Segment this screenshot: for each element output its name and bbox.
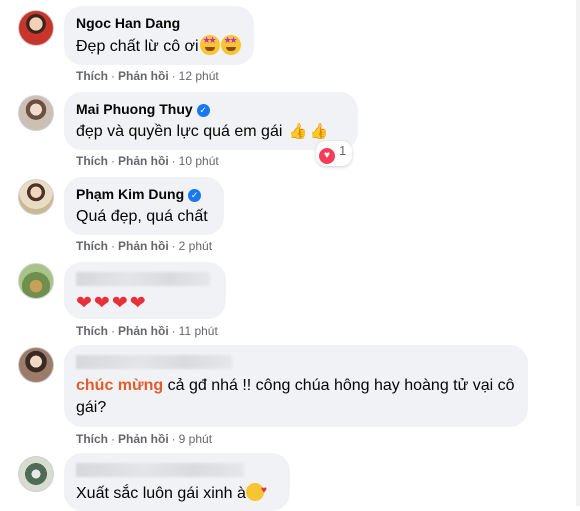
star-struck-emoji-icon — [220, 35, 241, 55]
comment-text: Đẹp chất lừ cô ơi — [76, 35, 242, 58]
timestamp[interactable]: 10 phút — [179, 154, 219, 168]
like-link[interactable]: Thích — [76, 432, 108, 446]
reaction-summary[interactable]: ♥ 1 — [316, 141, 353, 166]
comment-bubble: Mai Phuong Thuy ✓ đẹp và quyền lực quá em… — [64, 92, 358, 150]
smiling-face-with-hearts-emoji-icon — [245, 480, 267, 502]
like-link[interactable]: Thích — [76, 239, 108, 253]
like-link[interactable]: Thích — [76, 324, 108, 338]
verified-badge-icon: ✓ — [196, 104, 210, 117]
comment-actions: Thích · Phản hồi · 9 phút — [76, 432, 213, 446]
reply-link[interactable]: Phản hồi — [118, 239, 169, 253]
comment-bubble: Phạm Kim Dung ✓ Quá đẹp, quá chất — [64, 177, 224, 235]
reply-link[interactable]: Phản hồi — [118, 154, 169, 168]
red-heart-emoji-icon: ❤ — [76, 293, 92, 314]
reply-link[interactable]: Phản hồi — [118, 69, 169, 83]
heart-reaction-icon: ♥ — [319, 148, 335, 164]
avatar[interactable] — [18, 456, 54, 492]
red-heart-emoji-icon: ❤ — [93, 293, 110, 314]
commenter-name[interactable]: Phạm Kim Dung ✓ — [76, 185, 212, 203]
avatar[interactable] — [18, 263, 54, 299]
highlighted-text[interactable]: chúc mừng — [76, 377, 163, 394]
comment-actions: Thích · Phản hồi · 12 phút — [76, 69, 219, 83]
reply-link[interactable]: Phản hồi — [118, 432, 169, 446]
comment-text: Quá đẹp, quá chất — [76, 208, 208, 225]
comment-actions: Thích · Phản hồi · 11 phút — [76, 324, 218, 338]
comment-bubble: Xuất sắc luôn gái xinh à — [64, 453, 290, 511]
timestamp[interactable]: 9 phút — [179, 432, 212, 446]
like-link[interactable]: Thích — [76, 69, 108, 83]
timestamp[interactable]: 2 phút — [179, 239, 212, 253]
thumbs-up-emoji-icon: 👍 — [309, 123, 329, 140]
avatar[interactable] — [18, 10, 54, 46]
star-struck-emoji-icon — [199, 35, 220, 55]
comment-text: chúc mừng cả gđ nhá !! công chúa hông ha… — [76, 377, 515, 416]
hidden-commenter-name[interactable] — [76, 355, 232, 369]
timestamp[interactable]: 12 phút — [179, 69, 219, 83]
red-heart-emoji-icon: ❤ — [111, 293, 128, 314]
commenter-name[interactable]: Mai Phuong Thuy ✓ — [76, 100, 346, 118]
like-link[interactable]: Thích — [76, 154, 108, 168]
comment-bubble: chúc mừng cả gđ nhá !! công chúa hông ha… — [64, 345, 528, 427]
avatar[interactable] — [18, 347, 54, 383]
comment-text: Xuất sắc luôn gái xinh à — [76, 480, 278, 505]
comment-text: ❤ ❤ ❤ ❤ — [76, 293, 214, 316]
avatar[interactable] — [18, 95, 54, 131]
thumbs-up-emoji-icon: 👍 — [288, 123, 308, 140]
timestamp[interactable]: 11 phút — [179, 324, 218, 338]
comment-text: đẹp và quyền lực quá em gái 👍 👍 — [76, 121, 346, 143]
reaction-count: 1 — [339, 143, 347, 158]
comment-bubble: ❤ ❤ ❤ ❤ — [64, 262, 226, 319]
commenter-name[interactable]: Ngoc Han Dang — [76, 14, 242, 32]
hidden-commenter-name[interactable] — [76, 463, 244, 477]
avatar[interactable] — [18, 179, 54, 215]
red-heart-emoji-icon: ❤ — [129, 293, 146, 314]
comment-bubble: Ngoc Han Dang Đẹp chất lừ cô ơi — [64, 6, 254, 65]
verified-badge-icon: ✓ — [188, 189, 202, 202]
hidden-commenter-name[interactable] — [76, 272, 210, 286]
reply-link[interactable]: Phản hồi — [118, 324, 169, 338]
comment-actions: Thích · Phản hồi · 2 phút — [76, 239, 213, 253]
comment-actions: Thích · Phản hồi · 10 phút — [76, 154, 219, 168]
scrollbar[interactable] — [576, 0, 580, 506]
